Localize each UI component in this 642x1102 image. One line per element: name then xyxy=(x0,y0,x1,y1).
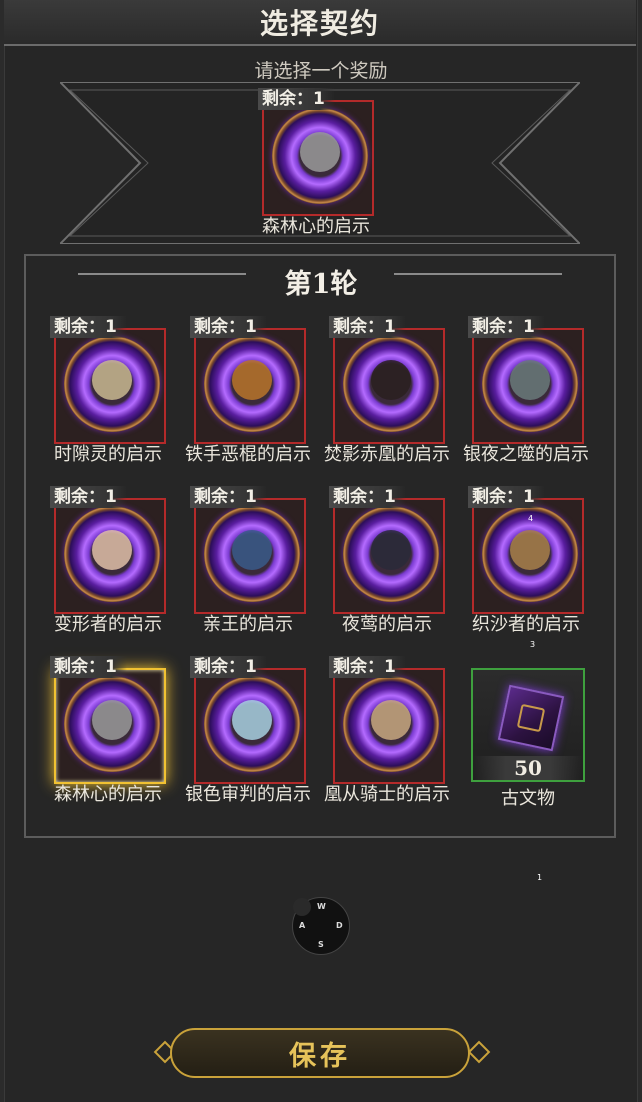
overlay-digit: 1 xyxy=(537,873,543,882)
reward-card[interactable]: 剩余：1 森林心的启示 xyxy=(50,656,166,805)
portrait-face xyxy=(232,360,272,400)
card-name: 银色审判的启示 xyxy=(185,784,311,805)
dpad-down-label: S xyxy=(318,940,324,949)
portrait-face xyxy=(510,530,550,570)
reward-prompt: 请选择一个奖励 xyxy=(254,60,388,82)
reward-card[interactable]: 剩余：1 焚影赤凰的启示 xyxy=(324,316,450,465)
reward-card[interactable]: 剩余：1 夜莺的启示 xyxy=(329,486,445,635)
card-remaining: 剩余：1 xyxy=(50,316,127,338)
reward-card[interactable]: 剩余：1 亲王的启示 xyxy=(190,486,306,635)
portrait-face xyxy=(300,132,340,172)
card-remaining: 剩余：1 xyxy=(190,656,267,678)
dialog-title: 选择契约 xyxy=(259,7,380,40)
card-name: 夜莺的启示 xyxy=(342,614,432,635)
hero-portrait-icon xyxy=(204,336,300,432)
save-button[interactable]: 保存 xyxy=(170,1028,470,1078)
card-remaining: 剩余：1 xyxy=(190,486,267,508)
reward-card[interactable]: 剩余：1 银色审判的启示 xyxy=(185,656,311,805)
reward-card[interactable]: 剩余：1 织沙者的启示 xyxy=(468,486,584,635)
card-name: 铁手恶棍的启示 xyxy=(185,444,311,465)
card-remaining: 剩余：1 xyxy=(329,316,406,338)
card-remaining: 剩余：1 xyxy=(329,486,406,508)
card-frame xyxy=(472,328,584,444)
portrait-face xyxy=(371,360,411,400)
card-frame xyxy=(54,498,166,614)
dpad-control[interactable]: W A D S xyxy=(292,897,350,955)
hero-portrait-icon xyxy=(204,506,300,602)
portrait-face xyxy=(232,530,272,570)
card-remaining: 剩余：1 xyxy=(50,486,127,508)
portrait-face xyxy=(92,700,132,740)
artifact-cube-icon xyxy=(497,684,565,752)
portrait-face xyxy=(92,360,132,400)
card-frame xyxy=(333,498,445,614)
reward-card[interactable]: 剩余：1 凰从骑士的启示 xyxy=(324,656,450,805)
portrait-face xyxy=(232,700,272,740)
dpad-up-label: W xyxy=(317,902,326,911)
artifact-count: 50 xyxy=(473,756,583,780)
card-name: 森林心的启示 xyxy=(54,784,162,805)
hero-portrait-icon xyxy=(343,676,439,772)
card-name: 织沙者的启示 xyxy=(472,614,580,635)
card-remaining: 剩余：1 xyxy=(468,486,545,508)
card-frame xyxy=(194,668,306,784)
card-frame xyxy=(194,328,306,444)
dpad-right-label: D xyxy=(336,921,343,930)
card-frame xyxy=(333,668,445,784)
reward-card[interactable]: 剩余：1 变形者的启示 xyxy=(50,486,166,635)
card-remaining: 剩余：1 xyxy=(468,316,545,338)
dpad-left-label: A xyxy=(299,921,306,930)
card-name: 亲王的启示 xyxy=(203,614,293,635)
hero-portrait-icon xyxy=(64,336,160,432)
card-name: 银夜之噬的启示 xyxy=(463,444,589,465)
hero-portrait-icon xyxy=(64,506,160,602)
card-frame xyxy=(333,328,445,444)
artifact-card[interactable]: 50 xyxy=(471,668,585,782)
card-name: 凰从骑士的启示 xyxy=(324,784,450,805)
hero-portrait-icon xyxy=(64,676,160,772)
card-remaining: 剩余：1 xyxy=(190,316,267,338)
hero-portrait-icon xyxy=(204,676,300,772)
featured-frame xyxy=(262,100,374,216)
portrait-face xyxy=(92,530,132,570)
hero-portrait-icon xyxy=(343,506,439,602)
hero-portrait-icon xyxy=(343,336,439,432)
reward-card[interactable]: 剩余：1 铁手恶棍的启示 xyxy=(185,316,311,465)
portrait-face xyxy=(371,530,411,570)
title-bar: 选择契约 xyxy=(4,0,636,46)
hero-portrait-icon xyxy=(482,336,578,432)
card-remaining: 剩余：1 xyxy=(329,656,406,678)
portrait-face xyxy=(371,700,411,740)
round-title: 第1轮 xyxy=(284,269,358,300)
save-label: 保存 xyxy=(289,1040,351,1072)
reward-card[interactable]: 剩余：1 时隙灵的启示 xyxy=(50,316,166,465)
overlay-digit: 4 xyxy=(528,514,534,523)
featured-name: 森林心的启示 xyxy=(262,216,370,237)
artifact-name: 古文物 xyxy=(501,788,555,809)
card-frame xyxy=(54,668,166,784)
wolf-portrait-icon xyxy=(272,108,368,204)
reward-card[interactable]: 剩余：1 银夜之噬的启示 xyxy=(463,316,589,465)
card-name: 焚影赤凰的启示 xyxy=(324,444,450,465)
featured-card[interactable]: 剩余：1 森林心的启示 xyxy=(258,88,374,237)
card-frame xyxy=(194,498,306,614)
dpad-center xyxy=(293,898,311,916)
overlay-digit: 3 xyxy=(530,640,536,649)
card-frame xyxy=(54,328,166,444)
portrait-face xyxy=(510,360,550,400)
card-name: 变形者的启示 xyxy=(54,614,162,635)
featured-remaining: 剩余：1 xyxy=(258,88,335,110)
card-name: 时隙灵的启示 xyxy=(54,444,162,465)
card-remaining: 剩余：1 xyxy=(50,656,127,678)
